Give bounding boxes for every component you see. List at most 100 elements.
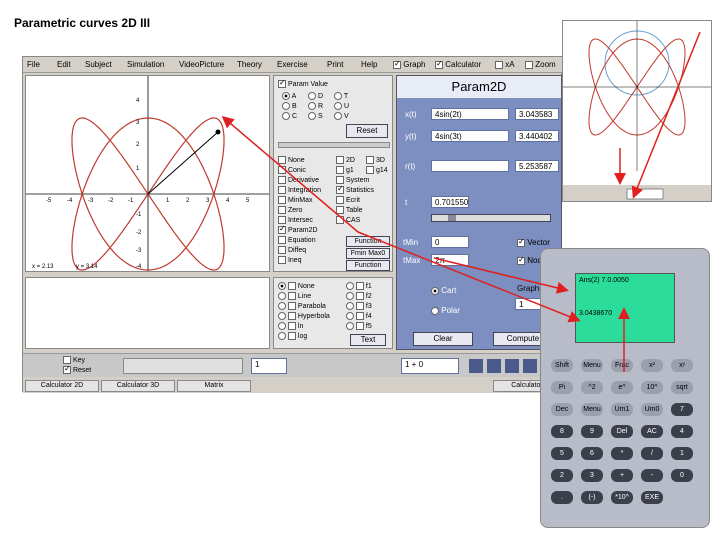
calc-key[interactable]: Um0 xyxy=(641,403,663,416)
option-g14[interactable]: g14 xyxy=(366,166,388,174)
func-checkbox[interactable] xyxy=(355,322,364,330)
func-radio[interactable] xyxy=(346,282,354,290)
calc-key[interactable]: Del xyxy=(611,425,633,438)
letter-radio[interactable] xyxy=(282,92,290,100)
nod-checkbox[interactable] xyxy=(517,255,525,265)
option-checkbox[interactable] xyxy=(336,216,344,224)
func-radio[interactable] xyxy=(346,312,354,320)
func-f3[interactable]: f3 xyxy=(346,302,372,310)
calc-key[interactable]: *10^ xyxy=(611,491,633,504)
calc-key[interactable]: . xyxy=(551,491,573,504)
curve-none[interactable]: None xyxy=(278,282,315,290)
letter-radio[interactable] xyxy=(308,92,316,100)
curve-radio[interactable] xyxy=(278,332,286,340)
reset-button[interactable]: Reset xyxy=(346,124,388,138)
calc-key[interactable]: x² xyxy=(641,359,663,372)
option-checkbox[interactable] xyxy=(366,156,374,164)
graph-area[interactable]: -5 -4 -3 -2 -1 1 2 3 4 5 4 3 2 1 -1 -2 -… xyxy=(25,75,270,272)
option-g1[interactable]: g1 xyxy=(336,166,354,174)
menu-exercise[interactable]: Exercise xyxy=(277,60,308,69)
curve-radio[interactable] xyxy=(278,312,286,320)
menu-edit[interactable]: Edit xyxy=(57,60,71,69)
param-slider[interactable] xyxy=(278,142,390,148)
mode-checkbox[interactable] xyxy=(278,224,286,234)
mode-checkbox[interactable] xyxy=(278,166,286,174)
calc-key[interactable]: (-) xyxy=(581,491,603,504)
mode-zero[interactable]: Zero xyxy=(278,206,302,214)
option-cas[interactable]: CAS xyxy=(336,216,360,224)
calc-key[interactable]: Frac xyxy=(611,359,633,372)
x-expression-input[interactable]: 4sin(2t) xyxy=(431,108,509,120)
calc-key[interactable]: 4 xyxy=(671,425,693,438)
mode-checkbox[interactable] xyxy=(278,236,286,244)
calc-key[interactable]: Um1 xyxy=(611,403,633,416)
fmin-max-button[interactable]: Fmin Max0 xyxy=(346,248,390,259)
option-checkbox[interactable] xyxy=(336,206,344,214)
y-expression-input[interactable]: 4sin(3t) xyxy=(431,130,509,142)
t-slider-thumb[interactable] xyxy=(448,215,456,221)
mode-checkbox[interactable] xyxy=(278,156,286,164)
func-checkbox[interactable] xyxy=(355,292,364,300)
menu-help[interactable]: Help xyxy=(361,60,377,69)
calc-key[interactable]: Menu xyxy=(581,403,603,416)
curve-checkbox[interactable] xyxy=(287,282,296,290)
rewind-button[interactable] xyxy=(469,359,483,373)
calc-key[interactable]: * xyxy=(611,447,633,460)
mode-checkbox[interactable] xyxy=(278,176,286,184)
tab-calculator-3d[interactable]: Calculator 3D xyxy=(101,380,175,392)
option-ecrit[interactable]: Ecrit xyxy=(336,196,360,204)
mode-integration[interactable]: Integration xyxy=(278,186,321,194)
menu-videopicture[interactable]: VideoPicture xyxy=(179,60,224,69)
func-f2[interactable]: f2 xyxy=(346,292,372,300)
curve-checkbox[interactable] xyxy=(287,332,296,340)
calc-key[interactable]: + xyxy=(611,469,633,482)
param-letter-v[interactable]: V xyxy=(334,112,349,120)
mode-minmax[interactable]: MinMax xyxy=(278,196,312,204)
speed-slider[interactable] xyxy=(123,358,243,374)
cart-option[interactable]: Cart xyxy=(431,286,456,295)
param-value-toggle[interactable]: Param Value xyxy=(278,78,328,88)
mode-diffeq[interactable]: Diffeq xyxy=(278,246,306,254)
func-checkbox[interactable] xyxy=(355,282,364,290)
letter-radio[interactable] xyxy=(282,102,290,110)
r-expression-input[interactable] xyxy=(431,160,509,172)
clear-button[interactable]: Clear xyxy=(413,332,473,346)
step-forward-button[interactable] xyxy=(505,359,519,373)
curve-radio[interactable] xyxy=(278,282,286,290)
t-slider[interactable] xyxy=(431,214,551,222)
letter-radio[interactable] xyxy=(308,102,316,110)
graph-toggle[interactable]: Graph xyxy=(393,59,425,69)
calc-key[interactable]: / xyxy=(641,447,663,460)
step-back-button[interactable] xyxy=(487,359,501,373)
letter-radio[interactable] xyxy=(334,112,342,120)
function2-button[interactable]: Function xyxy=(346,260,390,271)
func-f4[interactable]: f4 xyxy=(346,312,372,320)
xa-checkbox[interactable] xyxy=(495,60,503,69)
curve-log[interactable]: log xyxy=(278,332,307,340)
option-checkbox[interactable] xyxy=(366,166,374,174)
tmin-input[interactable]: 0 xyxy=(431,236,469,248)
calc-key[interactable]: Dec xyxy=(551,403,573,416)
menu-theory[interactable]: Theory xyxy=(237,60,262,69)
zoom-checkbox[interactable] xyxy=(525,60,533,69)
calc-key[interactable]: 6 xyxy=(581,447,603,460)
menu-print[interactable]: Print xyxy=(327,60,343,69)
calc-key[interactable]: 2 xyxy=(551,469,573,482)
mode-checkbox[interactable] xyxy=(278,196,286,204)
calc-key[interactable]: Pi xyxy=(551,381,573,394)
func-radio[interactable] xyxy=(346,302,354,310)
nod-toggle[interactable]: Nod xyxy=(517,255,542,265)
vector-checkbox[interactable] xyxy=(517,237,525,247)
func-radio[interactable] xyxy=(346,322,354,330)
calc-key[interactable]: 3 xyxy=(581,469,603,482)
calc-key[interactable]: Shift xyxy=(551,359,573,372)
option-checkbox[interactable] xyxy=(336,184,344,194)
calc-key[interactable]: 1 xyxy=(671,447,693,460)
curve-checkbox[interactable] xyxy=(287,292,296,300)
polar-option[interactable]: Polar xyxy=(431,306,460,315)
graph-checkbox[interactable] xyxy=(393,59,401,69)
tab-calculator-2d[interactable]: Calculator 2D xyxy=(25,380,99,392)
text-button[interactable]: Text xyxy=(350,334,386,346)
zoom-toggle[interactable]: Zoom xyxy=(525,60,556,69)
tab-matrix[interactable]: Matrix xyxy=(177,380,251,392)
